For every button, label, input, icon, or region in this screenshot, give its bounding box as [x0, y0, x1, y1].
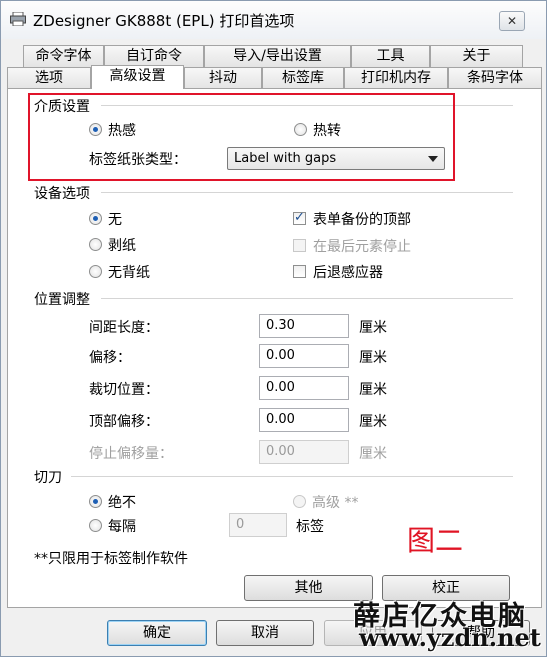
tab-stocks[interactable]: 标签库 [262, 67, 344, 89]
close-icon: ✕ [506, 14, 518, 28]
tab-barcode-fonts[interactable]: 条码字体 [448, 67, 542, 89]
cut-position-label: 裁切位置： [89, 382, 159, 398]
stop-offset-label: 停止偏移量： [89, 446, 173, 462]
stop-offset-input[interactable]: 0.00 [259, 440, 349, 464]
cut-position-input[interactable]: 0.00 [259, 376, 349, 400]
cutter-never-radio[interactable] [89, 495, 102, 508]
printer-preferences-window: ZDesigner GK888t (EPL) 打印首选项 ✕ 命令字体 自订命令… [0, 0, 547, 657]
stop-offset-unit: 厘米 [359, 446, 387, 462]
offset-label: 偏移： [89, 350, 131, 366]
device-none-radio[interactable] [89, 212, 102, 225]
offset-unit: 厘米 [359, 350, 387, 366]
top-offset-label: 顶部偏移： [89, 414, 159, 430]
top-offset-unit: 厘米 [359, 414, 387, 430]
cutter-title: 切刀 [34, 470, 62, 486]
cutter-every-label: 每隔 [108, 519, 136, 535]
cut-position-unit: 厘米 [359, 382, 387, 398]
cutter-every-unit: 标签 [296, 519, 324, 535]
no-liner-radio[interactable] [89, 265, 102, 278]
no-liner-label: 无背纸 [108, 265, 150, 281]
close-button[interactable]: ✕ [499, 11, 525, 31]
gap-length-unit: 厘米 [359, 320, 387, 336]
ok-button[interactable]: 确定 [107, 620, 207, 646]
cutter-never-label: 绝不 [108, 495, 136, 511]
retract-sensor-checkbox[interactable] [293, 265, 306, 278]
tab-custom-commands[interactable]: 自订命令 [104, 45, 204, 67]
cutter-divider [71, 476, 513, 477]
device-options-divider [101, 192, 513, 193]
gap-length-label: 间距长度： [89, 320, 159, 336]
cutter-advanced-label: 高级 ** [312, 495, 359, 511]
footnote: **只限用于标签制作软件 [34, 551, 188, 567]
cutter-advanced-radio[interactable] [293, 495, 306, 508]
tab-command-fonts[interactable]: 命令字体 [23, 45, 104, 67]
tab-import-export[interactable]: 导入/导出设置 [204, 45, 351, 67]
position-adjust-divider [101, 298, 513, 299]
device-options-title: 设备选项 [34, 186, 90, 202]
cutter-every-radio[interactable] [89, 519, 102, 532]
watermark-url: www.yzdn.net [359, 623, 541, 652]
tab-printer-memory[interactable]: 打印机内存 [344, 67, 448, 89]
retract-sensor-label: 后退感应器 [313, 265, 383, 281]
tab-strip: 命令字体 自订命令 导入/导出设置 工具 关于 选项 高级设置 抖动 标签库 打… [7, 45, 542, 89]
offset-input[interactable]: 0.00 [259, 344, 349, 368]
gap-length-input[interactable]: 0.30 [259, 314, 349, 338]
title-bar: ZDesigner GK888t (EPL) 打印首选项 ✕ [1, 1, 546, 39]
position-adjust-title: 位置调整 [34, 292, 90, 308]
cancel-button[interactable]: 取消 [216, 620, 314, 646]
tab-tools[interactable]: 工具 [351, 45, 430, 67]
top-of-backup-label: 表单备份的顶部 [313, 212, 411, 228]
figure-annotation: 图二 [407, 524, 464, 557]
window-title: ZDesigner GK888t (EPL) 打印首选项 [33, 12, 295, 30]
tab-advanced-setup[interactable]: 高级设置 [91, 65, 184, 89]
top-offset-input[interactable]: 0.00 [259, 408, 349, 432]
highlight-annotation-box [28, 93, 455, 181]
tab-options[interactable]: 选项 [7, 67, 91, 89]
cutter-every-input[interactable]: 0 [229, 513, 287, 537]
printer-icon [10, 12, 26, 26]
peel-radio[interactable] [89, 238, 102, 251]
peel-label: 剥纸 [108, 238, 136, 254]
device-none-label: 无 [108, 212, 122, 228]
stop-last-element-checkbox[interactable] [293, 239, 306, 252]
stop-last-element-label: 在最后元素停止 [313, 239, 411, 255]
tab-dithering[interactable]: 抖动 [184, 67, 262, 89]
tab-about[interactable]: 关于 [430, 45, 523, 67]
top-of-backup-checkbox[interactable] [293, 210, 306, 225]
